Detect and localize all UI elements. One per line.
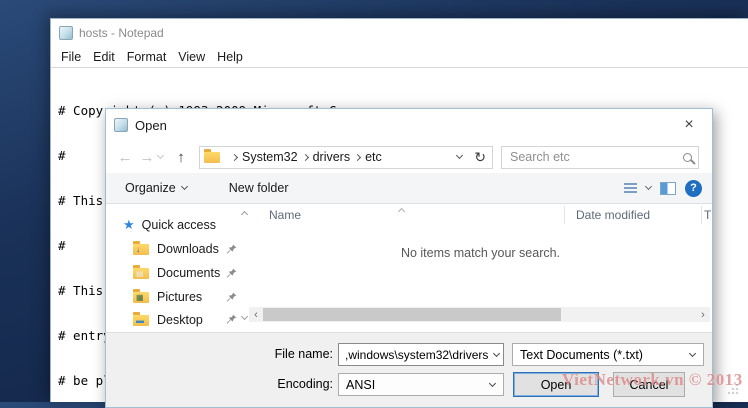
navigation-bar: ← → ↑ System32 drivers etc ↻	[106, 141, 712, 173]
open-dialog-icon	[114, 118, 128, 132]
help-icon[interactable]: ?	[685, 180, 702, 197]
sort-ascending-icon	[398, 208, 405, 215]
list-view-icon[interactable]	[624, 183, 637, 185]
sidebar-item-label: Downloads	[157, 242, 219, 256]
horizontal-scrollbar[interactable]: ‹ ›	[249, 307, 710, 322]
breadcrumb-system32[interactable]: System32	[237, 150, 303, 164]
sidebar-item-quick-access[interactable]: ★ Quick access	[123, 216, 216, 234]
address-folder-icon	[204, 152, 220, 163]
file-list: Name Date modified T No items match your…	[249, 204, 712, 332]
file-type-select[interactable]: Text Documents (*.txt)	[512, 343, 704, 366]
sidebar-item-label: Quick access	[142, 218, 216, 232]
dialog-toolbar: Organize New folder ?	[106, 173, 712, 204]
scroll-right-icon[interactable]: ›	[696, 309, 710, 321]
forward-button[interactable]: →	[136, 150, 158, 165]
empty-search-message: No items match your search.	[249, 246, 712, 260]
sidebar-item-downloads[interactable]: ↓ Downloads	[133, 240, 219, 258]
column-separator[interactable]	[564, 206, 565, 224]
chevron-down-icon[interactable]	[493, 349, 500, 356]
notepad-menubar: File Edit Format View Help	[51, 46, 748, 68]
menu-file[interactable]: File	[55, 50, 87, 64]
notepad-window-title: hosts - Notepad	[79, 26, 164, 40]
menu-view[interactable]: View	[172, 50, 211, 64]
column-separator[interactable]	[701, 206, 702, 224]
search-box[interactable]	[501, 146, 699, 169]
chevron-down-icon	[181, 183, 188, 190]
file-name-combobox[interactable]	[338, 343, 504, 366]
column-header-date-modified[interactable]: Date modified	[576, 204, 650, 226]
refresh-icon[interactable]: ↻	[474, 149, 486, 166]
menu-help[interactable]: Help	[211, 50, 249, 64]
address-bar[interactable]: System32 drivers etc ↻	[199, 146, 493, 169]
documents-folder-icon: ▤	[133, 268, 149, 279]
organize-button[interactable]: Organize	[125, 181, 187, 195]
notepad-app-icon	[59, 26, 73, 40]
up-button[interactable]: ↑	[169, 149, 193, 166]
sidebar-item-label: Desktop	[157, 313, 203, 327]
column-header-type[interactable]: T	[704, 204, 711, 226]
pin-icon[interactable]	[226, 268, 237, 279]
downloads-folder-icon: ↓	[133, 244, 149, 255]
organize-label: Organize	[125, 181, 176, 195]
watermark: VietNetwork.vn © 2013	[562, 370, 743, 390]
sidebar-item-desktop[interactable]: ▬ Desktop	[133, 311, 203, 329]
breadcrumb-etc[interactable]: etc	[360, 150, 387, 164]
pin-icon[interactable]	[226, 314, 237, 325]
notepad-titlebar: hosts - Notepad	[51, 19, 748, 46]
dialog-main-area: ★ Quick access ↓ Downloads ▤ Documents ▦…	[106, 204, 712, 332]
chevron-down-icon	[489, 379, 496, 386]
encoding-value: ANSI	[346, 378, 486, 392]
sidebar-item-pictures[interactable]: ▦ Pictures	[133, 288, 202, 306]
open-dialog-titlebar[interactable]: Open ×	[106, 109, 712, 141]
breadcrumb-drivers[interactable]: drivers	[308, 150, 356, 164]
address-dropdown-icon[interactable]	[456, 152, 463, 159]
file-type-value: Text Documents (*.txt)	[520, 348, 686, 362]
sidebar-item-documents[interactable]: ▤ Documents	[133, 264, 220, 282]
sidebar-item-label: Pictures	[157, 290, 202, 304]
close-icon[interactable]: ×	[674, 116, 704, 134]
new-folder-button[interactable]: New folder	[229, 181, 289, 195]
pin-icon[interactable]	[226, 244, 237, 255]
search-input[interactable]	[508, 149, 683, 165]
preview-pane-icon[interactable]	[660, 182, 676, 195]
pictures-folder-icon: ▦	[133, 292, 149, 303]
menu-edit[interactable]: Edit	[87, 50, 121, 64]
search-icon[interactable]	[683, 153, 692, 162]
back-button[interactable]: ←	[114, 150, 136, 165]
view-options-chevron-icon[interactable]	[645, 183, 652, 190]
file-name-label: File name:	[106, 347, 333, 361]
scroll-up-icon[interactable]	[241, 211, 248, 218]
new-folder-label: New folder	[229, 181, 289, 195]
desktop-folder-icon: ▬	[133, 315, 149, 326]
recent-locations-icon[interactable]	[157, 152, 164, 159]
encoding-select[interactable]: ANSI	[338, 373, 504, 396]
star-icon: ★	[123, 217, 135, 233]
resize-grip	[728, 383, 740, 395]
file-name-input[interactable]	[343, 347, 490, 363]
sidebar-item-label: Documents	[157, 266, 220, 280]
scrollbar-thumb[interactable]	[263, 308, 561, 321]
chevron-down-icon	[689, 349, 696, 356]
scroll-left-icon[interactable]: ‹	[249, 309, 263, 321]
column-header-name[interactable]: Name	[269, 204, 301, 226]
encoding-label: Encoding:	[106, 377, 333, 391]
pin-icon[interactable]	[226, 292, 237, 303]
open-dialog: Open × ← → ↑ System32 drivers etc ↻ Orga…	[105, 108, 713, 408]
scroll-down-icon[interactable]	[241, 313, 248, 320]
menu-format[interactable]: Format	[121, 50, 173, 64]
open-dialog-title: Open	[135, 118, 167, 133]
